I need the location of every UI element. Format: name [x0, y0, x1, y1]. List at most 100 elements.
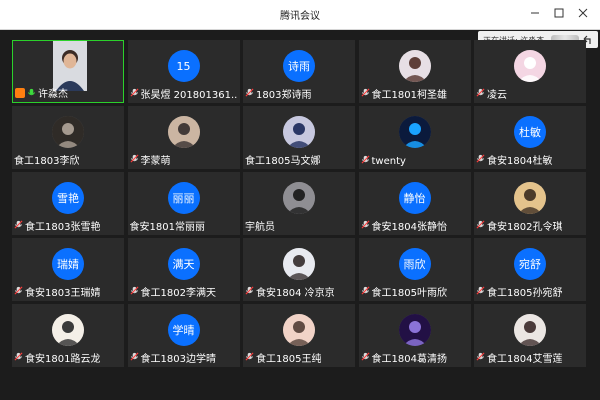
participant-name-text: 食安1801路云龙	[25, 354, 101, 365]
mic-muted-icon	[130, 88, 139, 100]
participant-tile[interactable]: 宛舒食工1805孙宛舒	[474, 238, 586, 301]
participant-avatar: 诗雨	[283, 50, 315, 82]
participant-tile[interactable]: 食工1804艾雪莲	[474, 304, 586, 367]
participant-tile[interactable]: 李蒙萌	[127, 106, 240, 169]
participant-video	[53, 41, 87, 91]
participant-name: 食工1803张雪艳	[14, 218, 100, 233]
participant-name-text: 食安1801常丽丽	[129, 222, 205, 233]
participant-name-text: 食工1805叶雨欣	[371, 288, 447, 299]
participant-name: 食工1801柯圣雄	[361, 86, 447, 101]
participant-avatar	[283, 314, 315, 346]
participant-name-text: 李蒙萌	[140, 156, 171, 167]
participant-avatar: 雨欣	[398, 248, 431, 280]
participant-avatar	[52, 314, 84, 346]
participant-avatar	[398, 314, 431, 346]
participant-name-text: 食工1805孙宛舒	[487, 288, 563, 299]
window-title: 腾讯会议	[280, 11, 320, 22]
participant-name: 食安1804张静怡	[361, 218, 447, 233]
participant-tile[interactable]: 杜敏 食安1804杜敏	[474, 106, 586, 169]
mic-muted-icon	[14, 286, 23, 298]
participant-tile[interactable]: 食安1802孔令琪	[474, 172, 586, 235]
participant-tile[interactable]: 食工1805王纯	[243, 304, 355, 367]
participant-name: 张昊煜 201801361...	[130, 86, 238, 101]
minimize-icon[interactable]	[527, 5, 543, 21]
participant-name-text: 食安1804杜敏	[487, 156, 553, 167]
participant-name-text: 食工1801柯圣雄	[371, 90, 447, 101]
participant-avatar	[283, 248, 315, 280]
mic-muted-icon	[245, 88, 254, 100]
mic-on-icon	[27, 88, 36, 96]
participant-tile[interactable]: 满天食工1802李满天	[127, 238, 240, 301]
participant-avatar: 学晴	[167, 314, 200, 346]
participant-tile[interactable]: 宇航员	[243, 172, 355, 235]
mic-muted-icon	[14, 352, 23, 364]
participant-avatar	[514, 182, 546, 214]
close-icon[interactable]	[575, 5, 591, 21]
title-bar: 腾讯会议	[0, 0, 600, 30]
participant-name: 食安1803王瑞婧	[14, 284, 100, 299]
participant-name: 宇航员	[245, 218, 275, 233]
participant-avatar: 丽丽	[167, 182, 200, 214]
maximize-icon[interactable]	[551, 5, 567, 21]
participant-name-text: 食安1804 冷京京	[256, 288, 335, 299]
participant-name-text: 许淼杰	[38, 89, 68, 100]
participant-tile[interactable]: 食安1804 冷京京	[243, 238, 355, 301]
participant-grid: 许淼杰 15 张昊煜 201801361... 诗雨 1803郑诗雨 食工1801柯圣雄 凌…	[12, 40, 586, 368]
participant-avatar: 宛舒	[514, 248, 546, 280]
participant-name: 食安1804 冷京京	[245, 284, 335, 299]
mic-muted-icon	[361, 220, 370, 232]
mic-muted-icon	[14, 220, 23, 232]
participant-name: 食安1801路云龙	[14, 350, 100, 365]
participant-avatar	[514, 314, 546, 346]
participant-avatar	[283, 182, 315, 214]
participant-tile[interactable]: twenty	[358, 106, 471, 169]
participant-tile[interactable]: 食工1804葛清扬	[358, 304, 471, 367]
participant-name-text: 食安1802孔令琪	[487, 222, 563, 233]
participant-name-text: 食工1805王纯	[256, 354, 322, 365]
participant-tile[interactable]: 许淼杰	[12, 40, 124, 103]
participant-tile[interactable]: 食工1803李欣	[12, 106, 124, 169]
participant-tile[interactable]: 雪艳食工1803张雪艳	[12, 172, 124, 235]
mic-muted-icon	[361, 352, 370, 364]
mic-muted-icon	[361, 88, 370, 100]
participant-name-text: 食工1805马文娜	[245, 156, 321, 167]
mic-muted-icon	[361, 286, 370, 298]
participant-tile[interactable]: 15 张昊煜 201801361...	[127, 40, 240, 103]
mic-muted-icon	[476, 88, 485, 100]
mic-muted-icon	[476, 220, 485, 232]
participant-tile[interactable]: 食工1801柯圣雄	[358, 40, 471, 103]
participant-tile[interactable]: 食安1801路云龙	[12, 304, 124, 367]
participant-name: twenty	[361, 155, 406, 167]
participant-tile[interactable]: 凌云	[474, 40, 586, 103]
participant-name-text: 食工1804葛清扬	[371, 354, 447, 365]
participant-tile[interactable]: 雨欣食工1805叶雨欣	[358, 238, 471, 301]
participant-name: 食安1802孔令琪	[476, 218, 562, 233]
participant-tile[interactable]: 静怡 食安1804张静怡	[358, 172, 471, 235]
participant-name-text: 食工1803边学晴	[140, 354, 216, 365]
participant-avatar: 雪艳	[52, 182, 84, 214]
mic-muted-icon	[476, 286, 485, 298]
participant-avatar: 瑞婧	[52, 248, 84, 280]
participant-name: 食工1804葛清扬	[361, 350, 447, 365]
mic-muted-icon	[245, 286, 254, 298]
participant-tile[interactable]: 学晴食工1803边学晴	[127, 304, 240, 367]
participant-tile[interactable]: 瑞婧食安1803王瑞婧	[12, 238, 124, 301]
participant-name-text: twenty	[371, 155, 406, 167]
meeting-window: 腾讯会议 正在讲话: 许淼杰 许淼杰15张昊煜 201801361...诗雨18…	[0, 0, 600, 400]
participant-name-text: 食工1804艾雪莲	[487, 354, 563, 365]
participant-name: 1803郑诗雨	[245, 86, 311, 101]
participant-tile[interactable]: 食工1805马文娜	[243, 106, 355, 169]
participant-avatar	[398, 116, 431, 148]
participant-avatar	[283, 116, 315, 148]
mic-muted-icon	[130, 154, 139, 166]
participant-name-text: 宇航员	[245, 222, 275, 233]
participant-name: 食安1804杜敏	[476, 152, 552, 167]
participant-name: 食工1802李满天	[130, 284, 216, 299]
mic-muted-icon	[476, 154, 485, 166]
participant-avatar: 满天	[167, 248, 200, 280]
participant-name-text: 食工1803张雪艳	[25, 222, 101, 233]
participant-tile[interactable]: 丽丽食安1801常丽丽	[127, 172, 240, 235]
participant-name: 食工1803边学晴	[130, 350, 216, 365]
participant-name: 食工1803李欣	[14, 152, 79, 167]
participant-tile[interactable]: 诗雨 1803郑诗雨	[243, 40, 355, 103]
